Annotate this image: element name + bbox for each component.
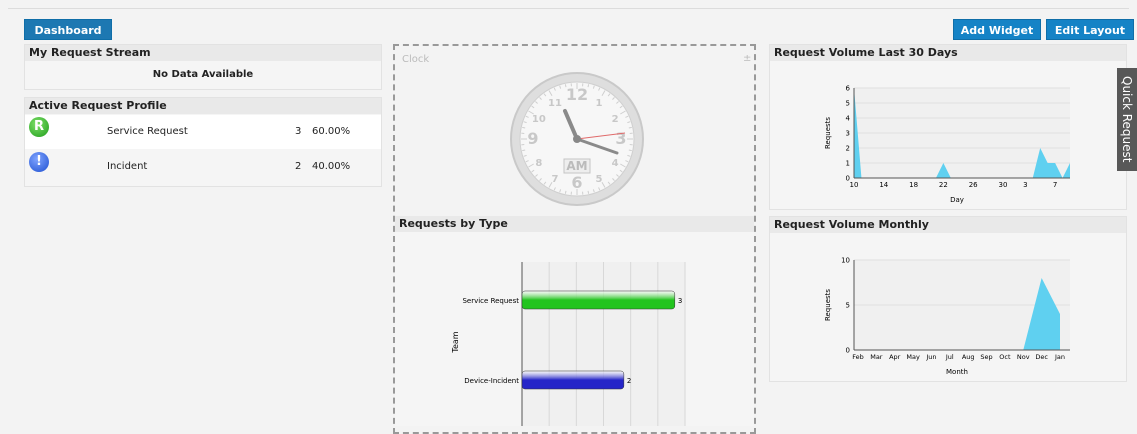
active-request-profile-panel: Active Request Profile R Service Request… <box>24 97 382 187</box>
clock-numeral: 11 <box>548 98 562 109</box>
clock-numeral: 8 <box>535 158 542 169</box>
x-tick-label: 26 <box>969 181 978 189</box>
dashboard-tab[interactable]: Dashboard <box>24 19 112 40</box>
x-axis-label: Month <box>946 368 968 376</box>
x-tick-label: Jun <box>925 353 936 361</box>
data-label: 2 <box>627 377 631 385</box>
x-tick-label: Aug <box>962 353 975 361</box>
clock-numeral: 2 <box>612 114 619 125</box>
clock-widget: 12 12 3 45 6 78 9 1011 AM <box>509 71 645 207</box>
clock-numeral: 5 <box>596 174 603 185</box>
x-tick-label: Oct <box>999 353 1011 361</box>
profile-row-service-request[interactable]: R Service Request 3 60.00% <box>25 115 381 149</box>
y-tick-label: 10 <box>841 257 850 265</box>
profile-row-incident[interactable]: ! Incident 2 40.00% <box>25 150 381 184</box>
x-tick-label: 3 <box>1023 181 1027 189</box>
x-tick-label: Jan <box>1054 353 1065 361</box>
y-axis-label: Requests <box>824 289 832 321</box>
x-tick-label: Apr <box>889 353 901 361</box>
profile-row-percent: 40.00% <box>312 161 350 172</box>
category-label: Service Request <box>462 297 519 305</box>
profile-row-count: 3 <box>295 126 301 137</box>
y-tick-label: 1 <box>846 160 850 168</box>
clock-numeral: 7 <box>552 174 559 185</box>
x-tick-label: Jul <box>945 353 954 361</box>
x-tick-label: Nov <box>1017 353 1030 361</box>
x-tick-label: 30 <box>999 181 1008 189</box>
x-axis-label: Day <box>950 196 964 204</box>
volume-30-days-chart: 012345610141822263037DayRequests <box>770 61 1116 209</box>
x-tick-label: 18 <box>909 181 918 189</box>
y-tick-label: 2 <box>846 145 850 153</box>
x-tick-label: Sep <box>980 353 992 361</box>
x-tick-label: 22 <box>939 181 948 189</box>
profile-row-name: Incident <box>107 161 147 172</box>
clock-numeral: 12 <box>566 85 588 104</box>
y-tick-label: 6 <box>846 85 851 93</box>
volume-monthly-title: Request Volume Monthly <box>770 217 1126 233</box>
clock-numeral: 4 <box>612 158 619 169</box>
y-tick-label: 0 <box>846 347 850 355</box>
clock-numeral: 10 <box>532 114 546 125</box>
clock-numeral: 1 <box>596 98 603 109</box>
x-tick-label: 7 <box>1053 181 1057 189</box>
volume-30-days-title: Request Volume Last 30 Days <box>770 45 1126 61</box>
clock-numeral: 3 <box>615 129 626 148</box>
x-tick-label: Feb <box>852 353 864 361</box>
header-divider <box>8 8 1129 9</box>
profile-row-name: Service Request <box>107 126 188 137</box>
incident-icon: ! <box>29 152 49 172</box>
y-axis-label: Team <box>451 331 460 353</box>
x-tick-label: 14 <box>879 181 888 189</box>
volume-monthly-chart: 0 5 10 Feb Mar Apr May Jun Jul Aug Sep Oct Nov Dec Jan… <box>770 233 1116 381</box>
data-label: 3 <box>678 297 682 305</box>
x-tick-label: May <box>906 353 920 361</box>
edit-layout-button[interactable]: Edit Layout <box>1046 19 1134 40</box>
add-widget-button[interactable]: Add Widget <box>953 19 1041 40</box>
clock-title: Clock <box>402 54 429 65</box>
y-tick-label: 3 <box>846 130 850 138</box>
profile-row-percent: 60.00% <box>312 126 350 137</box>
profile-title: Active Request Profile <box>25 98 381 114</box>
no-data-message: No Data Available <box>25 69 381 80</box>
x-tick-label: 10 <box>850 181 859 189</box>
bar <box>522 371 624 389</box>
quick-request-tab[interactable]: Quick Request <box>1117 68 1137 171</box>
y-axis-label: Requests <box>824 117 832 149</box>
clock-ampm: AM <box>566 159 587 173</box>
bar <box>522 291 675 309</box>
x-tick-label: Dec <box>1035 353 1048 361</box>
profile-row-count: 2 <box>295 161 301 172</box>
clock-numeral: 9 <box>527 129 538 148</box>
request-stream-panel: My Request Stream No Data Available <box>24 44 382 90</box>
category-label: Device-Incident <box>464 377 519 385</box>
y-tick-label: 5 <box>846 302 850 310</box>
service-request-icon: R <box>29 117 49 137</box>
y-tick-label: 4 <box>846 115 851 123</box>
request-stream-title: My Request Stream <box>25 45 381 61</box>
x-tick-label: Mar <box>870 353 883 361</box>
requests-by-type-chart: Service Request 3 Device-Incident 2 Team <box>395 232 754 426</box>
y-tick-label: 5 <box>846 100 850 108</box>
requests-by-type-title: Requests by Type <box>395 216 754 232</box>
clock-menu-icon[interactable]: ± <box>743 53 751 64</box>
clock-numeral: 6 <box>571 173 582 192</box>
